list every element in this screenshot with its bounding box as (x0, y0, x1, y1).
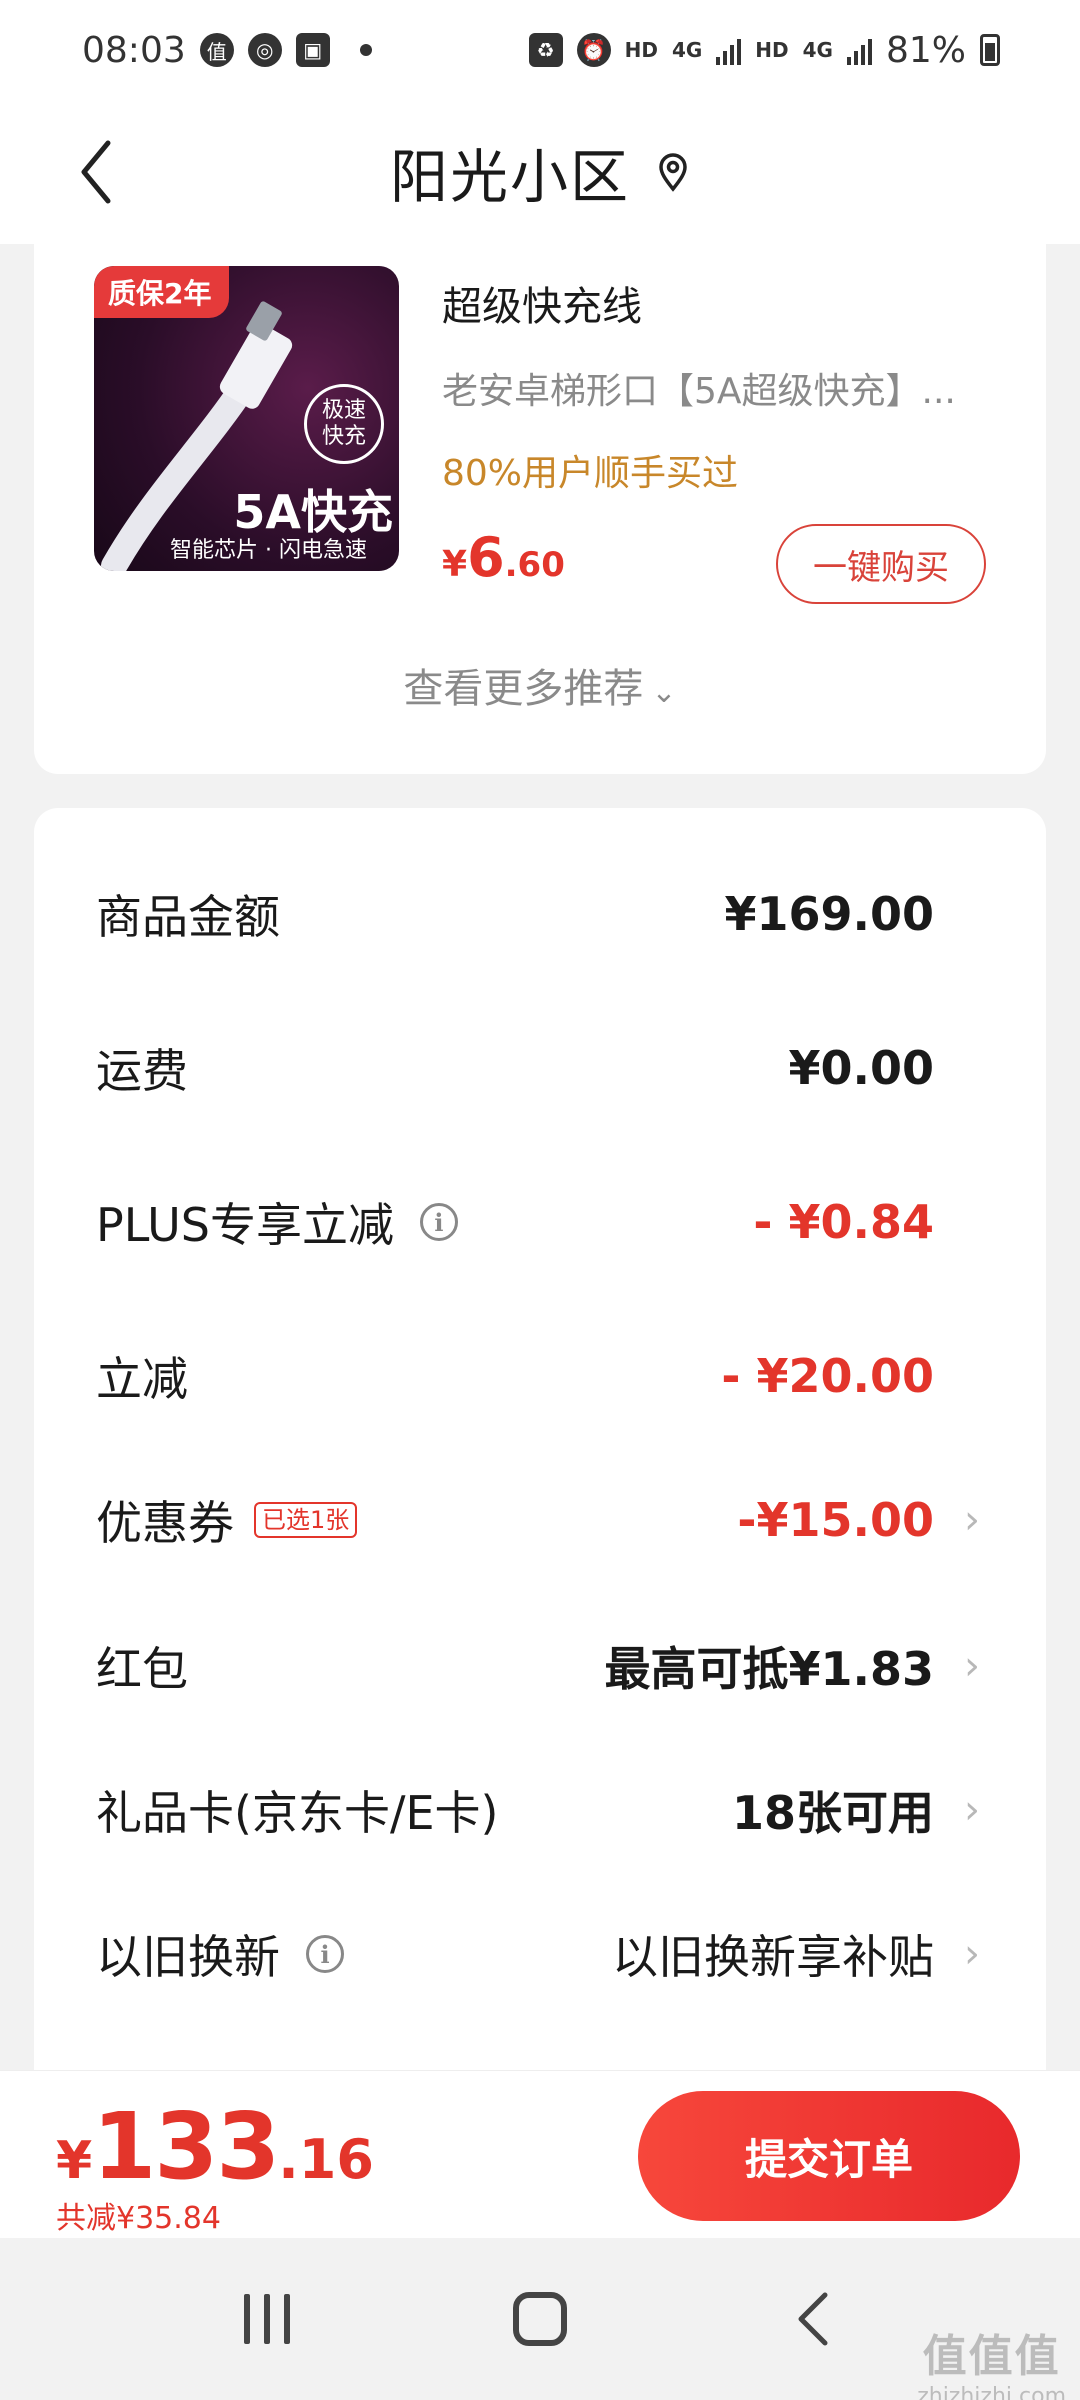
product-name[interactable]: 超级快充线 (442, 274, 642, 332)
signal-icon (716, 35, 742, 65)
recommendation-card: 质保2年 极速快充 5A快充 智能芯片 · 闪电急速 超级快充线 老安卓梯形口【… (34, 244, 1046, 774)
row-label: 优惠券 已选1张 (96, 1487, 358, 1553)
status-left: 08:03 值 ◎ ▣ (82, 30, 372, 71)
row-value: -¥15.00 (737, 1493, 934, 1547)
total-currency: ¥ (56, 2131, 93, 2191)
status-time: 08:03 (82, 29, 186, 71)
total-saved: 共减¥35.84 (56, 2201, 221, 2236)
summary-row-gift-card[interactable]: 礼品卡(京东卡/E卡) 18张可用 › (34, 1760, 1046, 1860)
warranty-tag: 质保2年 (94, 266, 230, 318)
net1-hd: HD (624, 38, 658, 62)
row-label: 运费 (96, 1044, 188, 1098)
total-decimal: .16 (278, 2128, 374, 2191)
battery-icon (980, 34, 1000, 66)
chevron-down-icon: ⌄ (651, 675, 677, 710)
row-label: 礼品卡(京东卡/E卡) (96, 1786, 499, 1840)
one-click-buy-button[interactable]: 一键购买 (776, 524, 986, 604)
info-icon[interactable]: i (306, 1935, 344, 1973)
back-chevron-icon (81, 140, 111, 204)
recent-apps-button[interactable] (222, 2274, 312, 2364)
row-label: PLUS专享立减 i (96, 1189, 458, 1255)
summary-row-plus-discount: PLUS专享立减 i - ¥0.84 (34, 1172, 1046, 1272)
total-integer: 133 (92, 2093, 280, 2200)
status-bar: 08:03 值 ◎ ▣ ♻ ⏰ HD 4G HD 4G 81% (0, 0, 1080, 100)
battery-percent: 81% (885, 29, 966, 71)
row-label: 以旧换新 i (96, 1921, 344, 1987)
summary-row-coupon[interactable]: 优惠券 已选1张 -¥15.00 › (34, 1470, 1046, 1570)
more-recommendations-label: 查看更多推荐 (403, 666, 644, 712)
summary-row-instant-discount: 立减 - ¥20.00 (34, 1326, 1046, 1426)
status-right: ♻ ⏰ HD 4G HD 4G 81% (528, 29, 1000, 71)
row-value: 18张可用 (731, 1786, 934, 1840)
chip-label: 智能芯片 · 闪电急速 (170, 538, 367, 563)
row-label-text: 以旧换新 (96, 1930, 280, 1984)
price-currency: ¥ (442, 544, 468, 585)
alarm-icon: ⏰ (576, 33, 611, 67)
chevron-right-icon: › (964, 1497, 980, 1543)
coupon-selected-tag: 已选1张 (254, 1502, 358, 1538)
page-title[interactable]: 阳光小区 (390, 130, 630, 214)
product-image[interactable]: 质保2年 极速快充 5A快充 智能芯片 · 闪电急速 (94, 266, 399, 571)
signal-icon-2 (846, 35, 872, 65)
row-value: 以旧换新享补贴 (612, 1930, 934, 1984)
home-button[interactable] (495, 2274, 585, 2364)
speed-badge: 极速快充 (304, 384, 384, 464)
watermark: 值值值 zhizhizhi.com (917, 2320, 1066, 2400)
price-integer: 6 (467, 526, 505, 589)
checkout-bar: ¥133.16 共减¥35.84 提交订单 (0, 2070, 1080, 2238)
dot-icon (359, 44, 372, 56)
more-recommendations-link[interactable]: 查看更多推荐 ⌄ (34, 656, 1046, 714)
row-label: 商品金额 (96, 890, 280, 944)
chevron-right-icon: › (964, 1643, 980, 1689)
zhi-icon: 值 (199, 33, 234, 67)
row-value: - ¥20.00 (721, 1349, 934, 1403)
page-header: 阳光小区 (0, 100, 1080, 244)
net2-hd: HD (755, 38, 789, 62)
summary-row-trade-in[interactable]: 以旧换新 i 以旧换新享补贴 › (34, 1904, 1046, 2004)
sync-icon: ◎ (247, 33, 282, 67)
row-label: 红包 (96, 1642, 188, 1696)
price-decimal: .60 (504, 545, 565, 585)
order-summary-card: 商品金额 ¥169.00 运费 ¥0.00 PLUS专享立减 i - ¥0.84… (34, 808, 1046, 2108)
row-label: 立减 (96, 1352, 188, 1406)
row-value: ¥0.00 (788, 1041, 934, 1095)
chevron-right-icon: › (964, 1787, 980, 1833)
product-price: ¥6.60 (442, 526, 565, 589)
home-icon (512, 2292, 567, 2346)
row-label-text: 优惠券 (96, 1496, 234, 1550)
row-value: - ¥0.84 (753, 1195, 934, 1249)
row-label-text: PLUS专享立减 (96, 1198, 394, 1252)
image-icon: ▣ (295, 33, 330, 67)
summary-row-red-packet[interactable]: 红包 最高可抵¥1.83 › (34, 1616, 1046, 1716)
back-button[interactable] (66, 136, 126, 208)
product-hint: 80%用户顺手买过 (442, 453, 739, 494)
chevron-right-icon: › (964, 1931, 980, 1977)
back-icon (798, 2292, 828, 2346)
watermark-main: 值值值 (922, 2331, 1061, 2382)
row-value: ¥169.00 (724, 887, 934, 941)
product-subtitle: 老安卓梯形口【5A超级快充】... (442, 371, 956, 412)
row-value: 最高可抵¥1.83 (604, 1642, 934, 1696)
watermark-sub: zhizhizhi.com (917, 2384, 1066, 2400)
submit-order-button[interactable]: 提交订单 (638, 2091, 1020, 2221)
info-icon[interactable]: i (419, 1203, 458, 1241)
location-pin-icon[interactable] (656, 152, 690, 192)
summary-row-goods-amount: 商品金额 ¥169.00 (34, 864, 1046, 964)
system-back-button[interactable] (768, 2274, 858, 2364)
net1-type: 4G (671, 38, 703, 62)
recycle-icon: ♻ (528, 33, 563, 67)
total-price: ¥133.16 (56, 2093, 374, 2200)
net2-type: 4G (802, 38, 833, 62)
summary-row-shipping: 运费 ¥0.00 (34, 1018, 1046, 1118)
recent-apps-icon (243, 2294, 290, 2344)
